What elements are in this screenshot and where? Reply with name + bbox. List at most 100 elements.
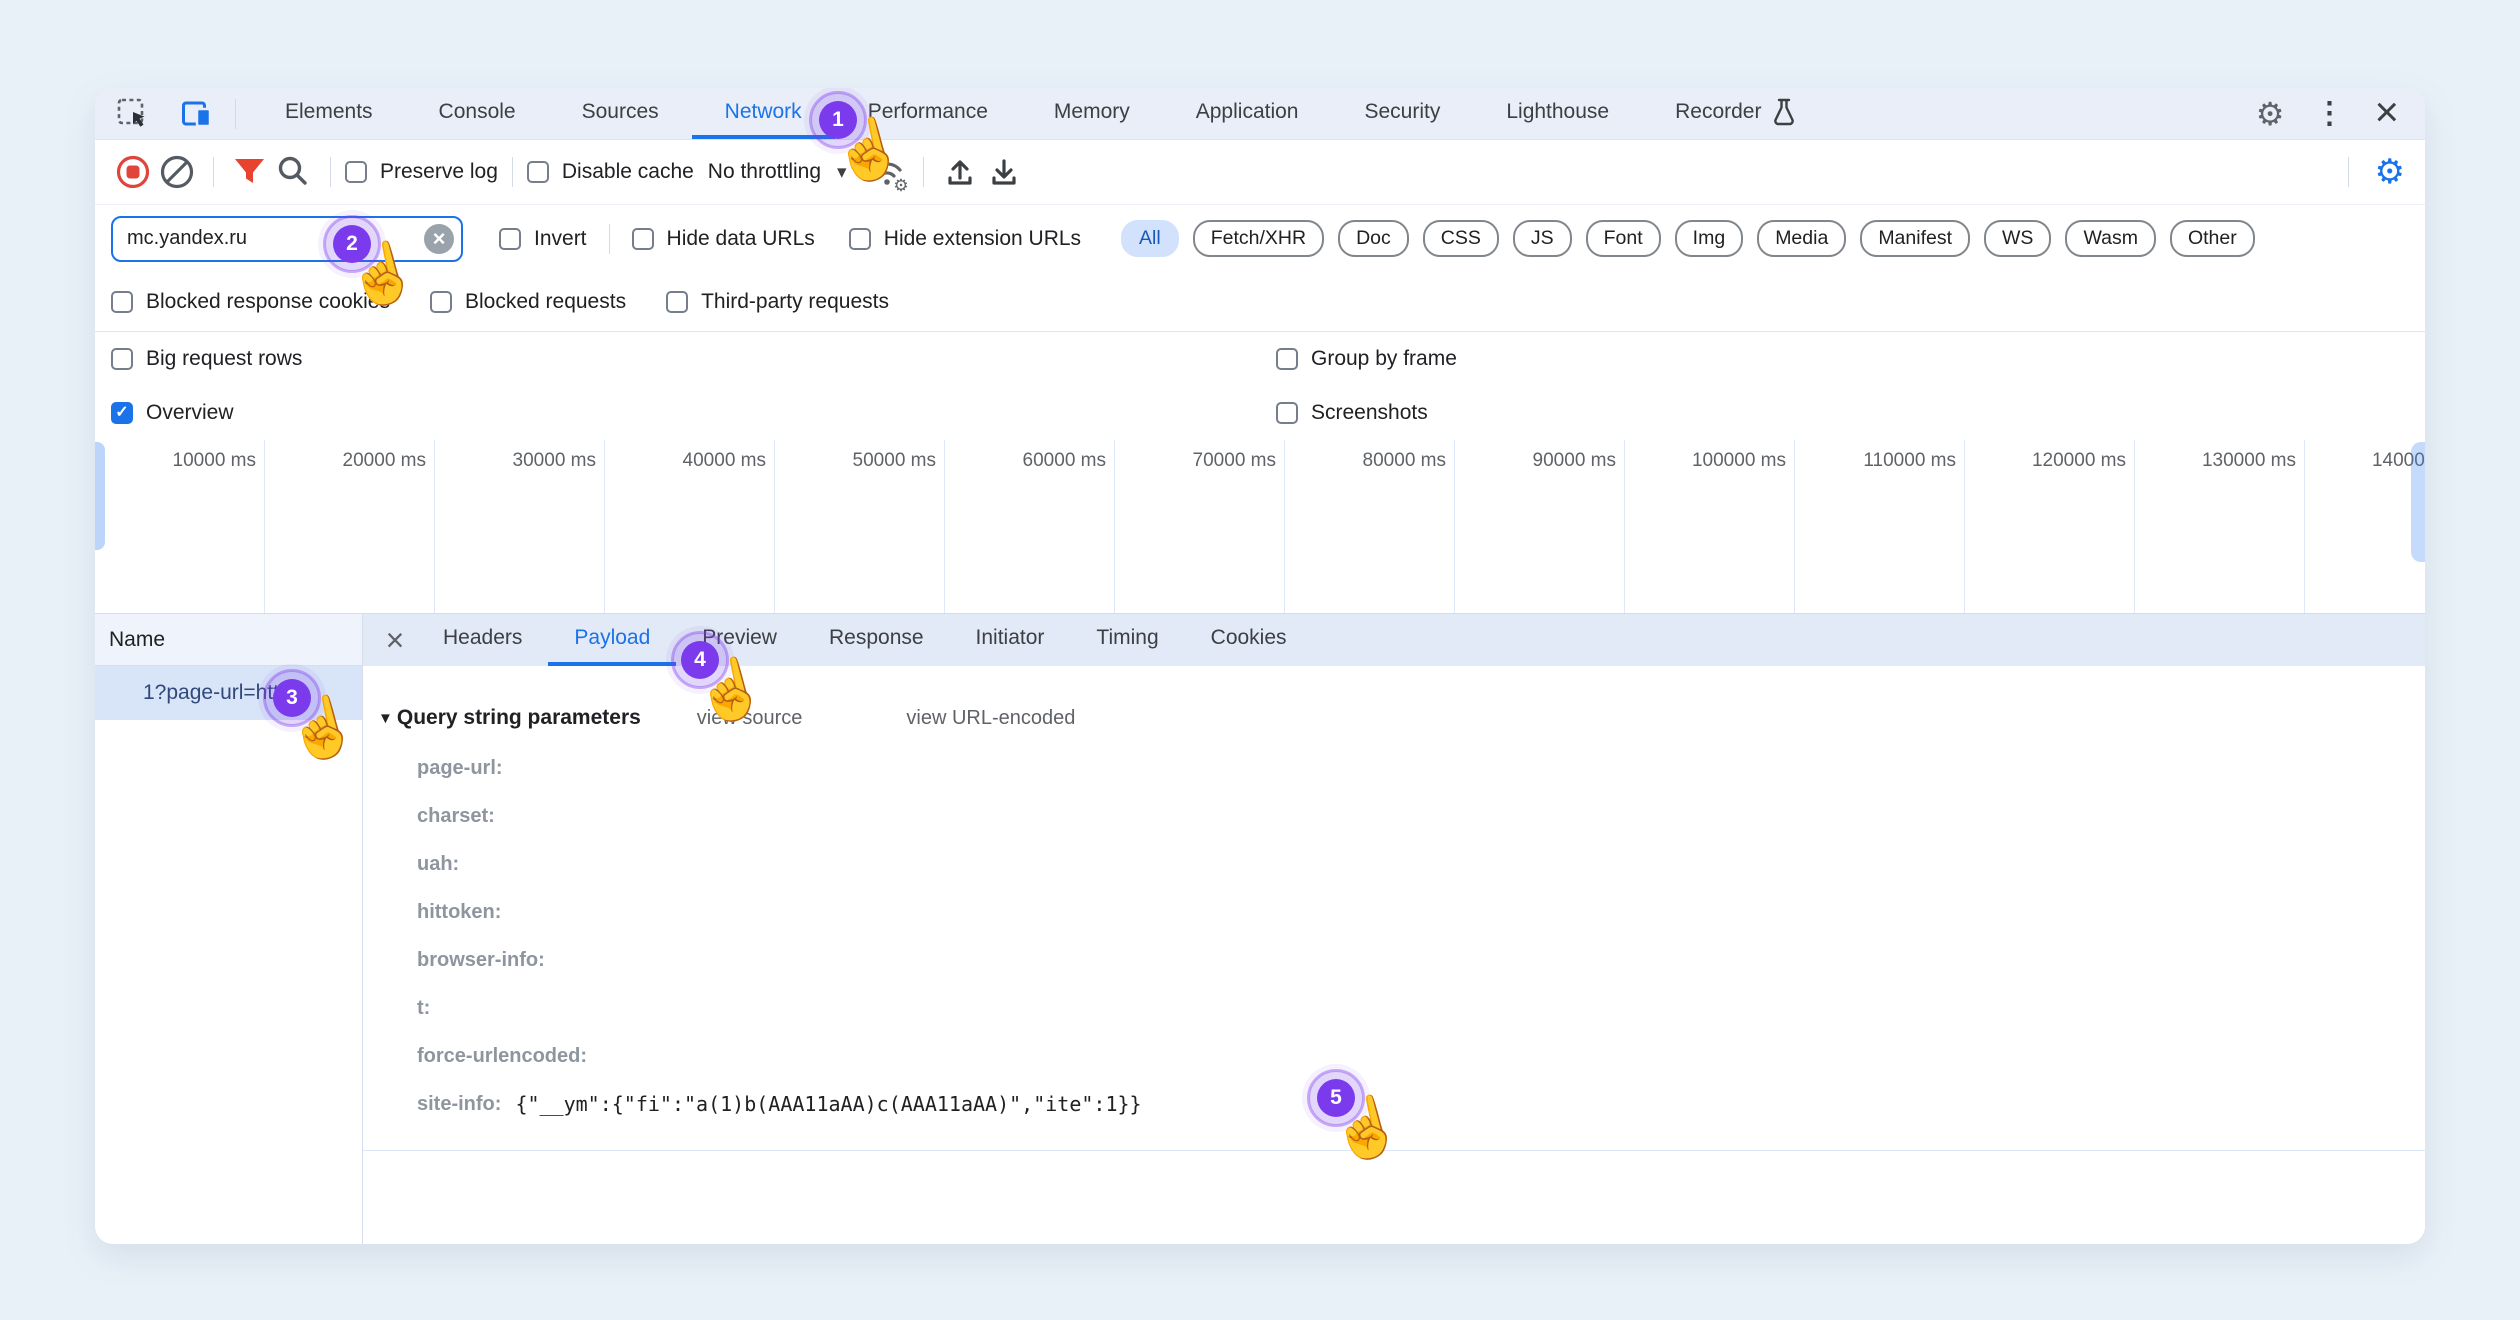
overview-scroll-handle-right[interactable] [2411, 442, 2425, 562]
overview-label: Overview [146, 401, 234, 425]
param-row: t: [363, 984, 2425, 1032]
checkbox-box [111, 291, 133, 313]
throttling-value: No throttling [708, 160, 821, 184]
request-type-pills: All Fetch/XHR Doc CSS JS Font Img Media … [1107, 220, 2255, 257]
pill-media[interactable]: Media [1757, 220, 1846, 257]
pill-js[interactable]: JS [1513, 220, 1572, 257]
detail-tab-headers[interactable]: Headers [417, 614, 548, 666]
screenshots-checkbox[interactable]: Screenshots [1276, 401, 1428, 425]
filter-funnel-icon[interactable] [228, 150, 272, 194]
device-toolbar-icon[interactable] [175, 92, 219, 136]
detail-tab-cookies[interactable]: Cookies [1185, 614, 1313, 666]
pill-ws[interactable]: WS [1984, 220, 2051, 257]
pill-fetch-xhr[interactable]: Fetch/XHR [1193, 220, 1324, 257]
blocked-response-cookies-checkbox[interactable]: Blocked response cookies [111, 290, 390, 314]
detail-tab-payload[interactable]: Payload [548, 614, 676, 666]
tab-elements[interactable]: Elements [252, 88, 406, 139]
more-options-icon[interactable]: ⋮ [2314, 99, 2344, 129]
pill-wasm[interactable]: Wasm [2065, 220, 2156, 257]
timeline-cell: 120000 ms [1965, 440, 2135, 613]
checkbox-box [849, 228, 871, 250]
hide-extension-urls-label: Hide extension URLs [884, 227, 1081, 251]
invert-checkbox[interactable]: Invert [499, 227, 587, 251]
checkbox-box [1276, 348, 1298, 370]
close-devtools-icon[interactable]: × [2374, 91, 2399, 133]
pill-css[interactable]: CSS [1423, 220, 1499, 257]
triangle-down-icon[interactable]: ▼ [378, 710, 393, 727]
timeline-cell: 20000 ms [265, 440, 435, 613]
tab-recorder-label: Recorder [1675, 100, 1761, 124]
pill-other[interactable]: Other [2170, 220, 2255, 257]
throttling-select[interactable]: No throttling ▾ [708, 160, 847, 184]
query-string-parameters-section: ▼ Query string parameters view source vi… [363, 692, 2425, 744]
param-name: page-url: [417, 757, 503, 780]
param-name: browser-info: [417, 949, 545, 972]
name-column-header[interactable]: Name [95, 614, 362, 666]
timeline-cell: 30000 ms [435, 440, 605, 613]
preserve-log-checkbox[interactable]: Preserve log [345, 160, 498, 184]
param-row: hittoken: [363, 888, 2425, 936]
tab-console[interactable]: Console [406, 88, 549, 139]
clear-network-log-icon[interactable] [155, 150, 199, 194]
detail-tab-initiator[interactable]: Initiator [950, 614, 1071, 666]
checkbox-box-checked: ✓ [111, 402, 133, 424]
query-string-parameters-title[interactable]: Query string parameters [397, 706, 641, 730]
overview-scroll-handle-left[interactable] [95, 442, 105, 550]
checkbox-box [632, 228, 654, 250]
group-by-frame-label: Group by frame [1311, 347, 1457, 371]
tab-security[interactable]: Security [1331, 88, 1473, 139]
pill-font[interactable]: Font [1586, 220, 1661, 257]
param-list: page-url: charset: uah: hittoken: browse… [363, 744, 2425, 1128]
devtools-tabbar: Elements Console Sources Network Perform… [95, 88, 2425, 140]
big-request-rows-label: Big request rows [146, 347, 302, 371]
hide-extension-urls-checkbox[interactable]: Hide extension URLs [849, 227, 1081, 251]
param-name: uah: [417, 853, 459, 876]
hide-data-urls-label: Hide data URLs [667, 227, 815, 251]
filter-divider [609, 224, 610, 254]
network-overview-strip: 10000 ms 20000 ms 30000 ms 40000 ms 5000… [95, 440, 2425, 614]
timeline-cell: 80000 ms [1285, 440, 1455, 613]
network-toolbar: Preserve log Disable cache No throttling… [95, 140, 2425, 205]
network-settings-gear-icon[interactable]: ⚙ [2375, 155, 2405, 189]
flask-icon [1771, 97, 1797, 127]
disable-cache-label: Disable cache [562, 160, 694, 184]
timeline-cell: 50000 ms [775, 440, 945, 613]
pill-doc[interactable]: Doc [1338, 220, 1409, 257]
tabbar-icons [95, 88, 235, 139]
search-icon[interactable] [272, 150, 316, 194]
timeline-cell: 10000 ms [95, 440, 265, 613]
third-party-requests-label: Third-party requests [701, 290, 889, 314]
pill-manifest[interactable]: Manifest [1860, 220, 1970, 257]
inspect-element-icon[interactable] [111, 92, 155, 136]
tab-memory[interactable]: Memory [1021, 88, 1163, 139]
settings-gear-icon[interactable]: ⚙ [2256, 98, 2285, 130]
tab-lighthouse[interactable]: Lighthouse [1473, 88, 1642, 139]
tabbar-right-controls: ⚙ ⋮ × [2230, 88, 2425, 140]
param-row: charset: [363, 792, 2425, 840]
detail-tab-response[interactable]: Response [803, 614, 950, 666]
group-by-frame-checkbox[interactable]: Group by frame [1276, 347, 1457, 371]
clear-filter-icon[interactable]: × [424, 224, 454, 254]
checkbox-box [1276, 402, 1298, 424]
checkbox-box [111, 348, 133, 370]
pill-img[interactable]: Img [1675, 220, 1744, 257]
toolbar-divider [923, 157, 924, 187]
tab-sources[interactable]: Sources [549, 88, 692, 139]
pill-all[interactable]: All [1121, 220, 1179, 257]
record-network-log-icon[interactable] [111, 150, 155, 194]
tab-application[interactable]: Application [1163, 88, 1332, 139]
disable-cache-checkbox[interactable]: Disable cache [527, 160, 694, 184]
import-har-icon[interactable] [938, 150, 982, 194]
third-party-requests-checkbox[interactable]: Third-party requests [666, 290, 889, 314]
param-row: browser-info: [363, 936, 2425, 984]
export-har-icon[interactable] [982, 150, 1026, 194]
blocked-requests-checkbox[interactable]: Blocked requests [430, 290, 626, 314]
view-url-encoded-link[interactable]: view URL-encoded [906, 707, 1075, 730]
big-request-rows-checkbox[interactable]: Big request rows [111, 347, 302, 371]
detail-tab-timing[interactable]: Timing [1070, 614, 1184, 666]
close-detail-icon[interactable]: × [373, 618, 417, 662]
tab-recorder[interactable]: Recorder [1642, 88, 1830, 139]
overview-checkbox[interactable]: ✓ Overview [111, 401, 234, 425]
hide-data-urls-checkbox[interactable]: Hide data URLs [632, 227, 815, 251]
param-name: hittoken: [417, 901, 501, 924]
